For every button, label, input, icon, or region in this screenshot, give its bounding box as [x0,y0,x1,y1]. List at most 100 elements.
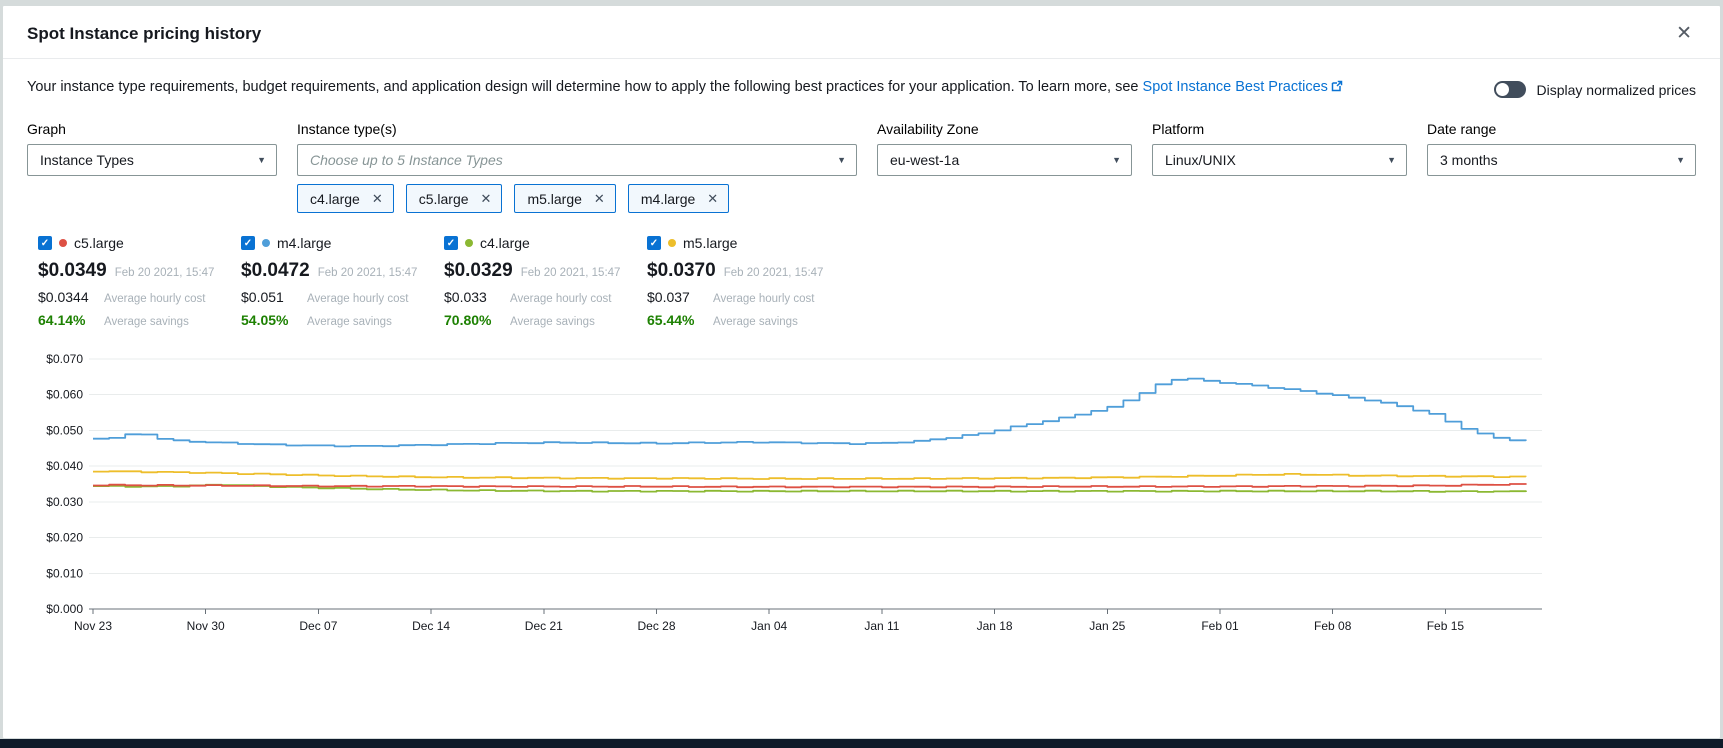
svg-text:$0.030: $0.030 [46,495,83,509]
series-name: c4.large [480,235,530,251]
svg-text:Feb 01: Feb 01 [1201,619,1239,633]
chevron-down-icon: ▼ [257,156,266,165]
tag-label: m4.large [641,191,695,207]
graph-select[interactable]: Instance Types ▼ [27,144,277,176]
svg-text:Jan 04: Jan 04 [751,619,787,633]
modal-content: Your instance type requirements, budget … [3,59,1720,645]
average-price: $0.033 [444,289,510,305]
savings-label: Average savings [510,316,595,328]
remove-tag-icon[interactable]: ✕ [594,192,605,205]
svg-text:Dec 21: Dec 21 [525,619,563,633]
date-range-select[interactable]: 3 months ▼ [1427,144,1696,176]
svg-text:$0.020: $0.020 [46,531,83,545]
platform-select[interactable]: Linux/UNIX ▼ [1152,144,1407,176]
series-color-dot [59,239,67,247]
price-timestamp: Feb 20 2021, 15:47 [724,267,824,279]
price-timestamp: Feb 20 2021, 15:47 [115,267,215,279]
series-name: m5.large [683,235,737,251]
remove-tag-icon[interactable]: ✕ [707,192,718,205]
svg-text:Feb 08: Feb 08 [1314,619,1352,633]
intro-row: Your instance type requirements, budget … [27,76,1696,99]
savings-row: 54.05% Average savings [241,312,444,328]
current-price-row: $0.0472 Feb 20 2021, 15:47 [241,260,444,282]
svg-text:Jan 11: Jan 11 [864,619,899,633]
series-color-dot [262,239,270,247]
graph-select-value: Instance Types [40,152,134,168]
filter-instance-types: Instance type(s) Choose up to 5 Instance… [297,121,857,176]
toggle-label: Display normalized prices [1536,82,1696,98]
average-price: $0.0344 [38,289,104,305]
svg-text:Feb 15: Feb 15 [1427,619,1465,633]
chevron-down-icon: ▼ [1676,156,1685,165]
filter-date-range: Date range 3 months ▼ [1427,121,1696,176]
current-price: $0.0370 [647,260,724,282]
current-price-row: $0.0370 Feb 20 2021, 15:47 [647,260,850,282]
filter-instance-types-label: Instance type(s) [297,121,857,137]
series-checkbox[interactable]: ✓ [444,236,458,250]
price-timestamp: Feb 20 2021, 15:47 [318,267,418,279]
tag-m4-large: m4.large ✕ [628,184,729,213]
legend-card-m5-large: ✓ m5.large $0.0370 Feb 20 2021, 15:47 $0… [647,235,850,335]
normalized-prices-toggle[interactable] [1494,81,1526,98]
savings-label: Average savings [307,316,392,328]
savings-row: 70.80% Average savings [444,312,647,328]
legend-card-head: ✓ c5.large [38,235,241,251]
svg-text:Dec 28: Dec 28 [637,619,675,633]
svg-text:Dec 14: Dec 14 [412,619,450,633]
bottom-page-strip [0,739,1723,748]
series-name: m4.large [277,235,331,251]
page-background: Spot Instance pricing history ✕ Your ins… [0,0,1723,748]
series-color-dot [465,239,473,247]
svg-text:$0.070: $0.070 [46,352,83,366]
svg-text:$0.040: $0.040 [46,460,83,474]
best-practices-link[interactable]: Spot Instance Best Practices [1143,79,1343,95]
average-price-row: $0.0344 Average hourly cost [38,289,241,305]
filter-graph-label: Graph [27,121,277,137]
legend-card-head: ✓ m4.large [241,235,444,251]
series-legend: ✓ c5.large $0.0349 Feb 20 2021, 15:47 $0… [38,235,1696,335]
savings-label: Average savings [713,316,798,328]
average-price: $0.051 [241,289,307,305]
remove-tag-icon[interactable]: ✕ [481,192,492,205]
page-title: Spot Instance pricing history [27,24,261,44]
current-price: $0.0329 [444,260,521,282]
legend-card-head: ✓ m5.large [647,235,850,251]
current-price: $0.0472 [241,260,318,282]
date-range-value: 3 months [1440,152,1498,168]
average-price-row: $0.051 Average hourly cost [241,289,444,305]
legend-card-c5-large: ✓ c5.large $0.0349 Feb 20 2021, 15:47 $0… [38,235,241,335]
instance-types-select[interactable]: Choose up to 5 Instance Types ▼ [297,144,857,176]
price-timestamp: Feb 20 2021, 15:47 [521,267,621,279]
current-price-row: $0.0329 Feb 20 2021, 15:47 [444,260,647,282]
series-checkbox[interactable]: ✓ [647,236,661,250]
average-price-row: $0.033 Average hourly cost [444,289,647,305]
savings-percent: 64.14% [38,312,104,328]
intro-text: Your instance type requirements, budget … [27,76,1343,99]
remove-tag-icon[interactable]: ✕ [372,192,383,205]
external-link-icon [1331,77,1343,99]
svg-text:$0.010: $0.010 [46,567,83,581]
average-price-label: Average hourly cost [713,293,814,305]
average-price-label: Average hourly cost [510,293,611,305]
average-price-label: Average hourly cost [307,293,408,305]
svg-text:$0.050: $0.050 [46,424,83,438]
tag-m5-large: m5.large ✕ [514,184,615,213]
filter-platform: Platform Linux/UNIX ▼ [1152,121,1407,176]
tag-c4-large: c4.large ✕ [297,184,394,213]
close-icon[interactable]: ✕ [1672,22,1696,45]
series-checkbox[interactable]: ✓ [38,236,52,250]
filter-availability-zone-label: Availability Zone [877,121,1132,137]
intro-text-body: Your instance type requirements, budget … [27,79,1143,95]
current-price-row: $0.0349 Feb 20 2021, 15:47 [38,260,241,282]
svg-text:Jan 18: Jan 18 [977,619,1013,633]
availability-zone-select[interactable]: eu-west-1a ▼ [877,144,1132,176]
average-price-label: Average hourly cost [104,293,205,305]
svg-text:Nov 23: Nov 23 [74,619,112,633]
series-name: c5.large [74,235,124,251]
modal-header: Spot Instance pricing history ✕ [3,6,1720,59]
tag-label: m5.large [527,191,581,207]
series-checkbox[interactable]: ✓ [241,236,255,250]
toggle-knob [1496,83,1509,96]
average-price-row: $0.037 Average hourly cost [647,289,850,305]
platform-value: Linux/UNIX [1165,152,1236,168]
